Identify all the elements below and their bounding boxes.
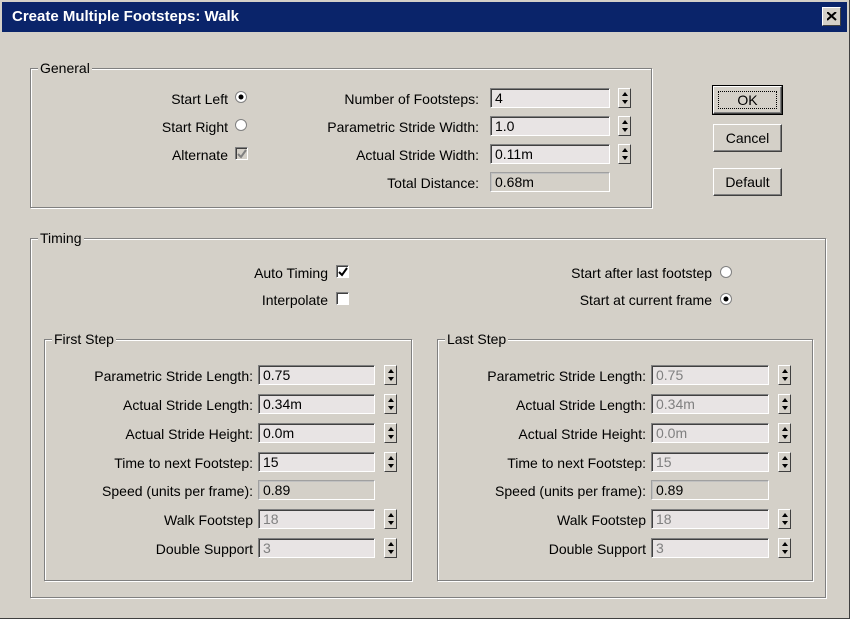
- start-left-radio[interactable]: [235, 91, 248, 104]
- start-left-label: Start Left: [171, 91, 228, 107]
- last-actual-stride-length-input[interactable]: 0.34m: [651, 394, 769, 414]
- start-right-radio[interactable]: [235, 119, 248, 132]
- last-parametric-stride-length-spinner[interactable]: [778, 365, 791, 385]
- first-time-to-next-spinner[interactable]: [384, 452, 397, 472]
- parametric-stride-width-spinner[interactable]: [618, 116, 631, 136]
- last-actual-stride-height-spinner[interactable]: [778, 423, 791, 443]
- first-speed-value: 0.89: [258, 480, 375, 500]
- timing-group-label: Timing: [38, 229, 84, 247]
- spinner-arrows-icon: [782, 542, 788, 554]
- start-right-label: Start Right: [161, 119, 228, 135]
- focus-rect: [718, 91, 777, 109]
- actual-stride-width-spinner[interactable]: [618, 144, 631, 164]
- last-double-support-spinner[interactable]: [778, 538, 791, 558]
- spinner-arrows-icon: [388, 542, 394, 554]
- first-walk-footstep-spinner[interactable]: [384, 509, 397, 529]
- number-of-footsteps-spinner[interactable]: [618, 88, 631, 108]
- first-double-support-label: Double Support: [155, 541, 253, 557]
- alternate-checkbox[interactable]: [235, 147, 248, 160]
- last-walk-footstep-input[interactable]: 18: [651, 509, 769, 529]
- interpolate-label: Interpolate: [261, 292, 328, 308]
- default-button[interactable]: Default: [713, 168, 782, 196]
- first-actual-stride-height-label: Actual Stride Height:: [125, 426, 253, 442]
- parametric-stride-width-label: Parametric Stride Width:: [327, 119, 479, 135]
- number-of-footsteps-input[interactable]: 4: [490, 88, 610, 108]
- auto-timing-label: Auto Timing: [254, 265, 328, 281]
- dialog-title: Create Multiple Footsteps: Walk: [12, 8, 239, 25]
- last-time-to-next-input[interactable]: 15: [651, 452, 769, 472]
- spinner-arrows-icon: [388, 513, 394, 525]
- spinner-arrows-icon: [388, 398, 394, 410]
- start-at-current-radio[interactable]: [720, 293, 733, 306]
- dialog-window: Create Multiple Footsteps: Walk General …: [0, 0, 850, 619]
- last-actual-stride-length-spinner[interactable]: [778, 394, 791, 414]
- spinner-arrows-icon: [622, 120, 628, 132]
- alternate-label: Alternate: [171, 147, 228, 163]
- title-bar[interactable]: Create Multiple Footsteps: Walk: [2, 2, 847, 32]
- last-speed-label: Speed (units per frame):: [495, 483, 646, 499]
- first-parametric-stride-length-spinner[interactable]: [384, 365, 397, 385]
- start-after-last-radio[interactable]: [720, 266, 733, 279]
- first-step-group-label: First Step: [52, 330, 116, 348]
- close-icon: [827, 12, 837, 21]
- last-walk-footstep-spinner[interactable]: [778, 509, 791, 529]
- first-speed-label: Speed (units per frame):: [102, 483, 253, 499]
- first-walk-footstep-input[interactable]: 18: [258, 509, 375, 529]
- spinner-arrows-icon: [782, 369, 788, 381]
- first-actual-stride-length-spinner[interactable]: [384, 394, 397, 414]
- last-parametric-stride-length-input[interactable]: 0.75: [651, 365, 769, 385]
- start-after-last-label: Start after last footstep: [571, 265, 712, 281]
- last-time-to-next-label: Time to next Footstep:: [507, 455, 646, 471]
- ok-button[interactable]: OK: [712, 85, 783, 115]
- last-actual-stride-height-input[interactable]: 0.0m: [651, 423, 769, 443]
- first-double-support-input[interactable]: 3: [258, 538, 375, 558]
- parametric-stride-width-input[interactable]: 1.0: [490, 116, 610, 136]
- last-walk-footstep-label: Walk Footstep: [557, 512, 646, 528]
- total-distance-value: 0.68m: [490, 172, 610, 192]
- spinner-arrows-icon: [388, 456, 394, 468]
- first-double-support-spinner[interactable]: [384, 538, 397, 558]
- general-group-label: General: [38, 59, 92, 77]
- last-parametric-stride-length-label: Parametric Stride Length:: [487, 368, 646, 384]
- start-at-current-label: Start at current frame: [579, 292, 712, 308]
- first-parametric-stride-length-label: Parametric Stride Length:: [94, 368, 253, 384]
- spinner-arrows-icon: [782, 456, 788, 468]
- spinner-arrows-icon: [388, 369, 394, 381]
- first-actual-stride-length-input[interactable]: 0.34m: [258, 394, 375, 414]
- actual-stride-width-label: Actual Stride Width:: [356, 147, 479, 163]
- actual-stride-width-input[interactable]: 0.11m: [490, 144, 610, 164]
- last-actual-stride-length-label: Actual Stride Length:: [516, 397, 646, 413]
- last-actual-stride-height-label: Actual Stride Height:: [518, 426, 646, 442]
- interpolate-checkbox[interactable]: [336, 292, 349, 305]
- checkmark-icon: [338, 267, 348, 277]
- first-actual-stride-height-input[interactable]: 0.0m: [258, 423, 375, 443]
- auto-timing-checkbox[interactable]: [336, 265, 349, 278]
- first-parametric-stride-length-input[interactable]: 0.75: [258, 365, 375, 385]
- last-double-support-label: Double Support: [548, 541, 646, 557]
- total-distance-label: Total Distance:: [387, 175, 479, 191]
- checkmark-icon: [237, 149, 247, 159]
- first-time-to-next-input[interactable]: 15: [258, 452, 375, 472]
- spinner-arrows-icon: [782, 513, 788, 525]
- first-actual-stride-height-spinner[interactable]: [384, 423, 397, 443]
- spinner-arrows-icon: [622, 92, 628, 104]
- number-of-footsteps-label: Number of Footsteps:: [344, 91, 479, 107]
- last-speed-value: 0.89: [651, 480, 769, 500]
- last-double-support-input[interactable]: 3: [651, 538, 769, 558]
- last-time-to-next-spinner[interactable]: [778, 452, 791, 472]
- spinner-arrows-icon: [388, 427, 394, 439]
- first-actual-stride-length-label: Actual Stride Length:: [123, 397, 253, 413]
- spinner-arrows-icon: [622, 148, 628, 160]
- last-step-group-label: Last Step: [445, 330, 509, 348]
- close-button[interactable]: [822, 7, 841, 26]
- cancel-button[interactable]: Cancel: [713, 124, 782, 152]
- spinner-arrows-icon: [782, 398, 788, 410]
- first-time-to-next-label: Time to next Footstep:: [114, 455, 253, 471]
- spinner-arrows-icon: [782, 427, 788, 439]
- first-walk-footstep-label: Walk Footstep: [164, 512, 253, 528]
